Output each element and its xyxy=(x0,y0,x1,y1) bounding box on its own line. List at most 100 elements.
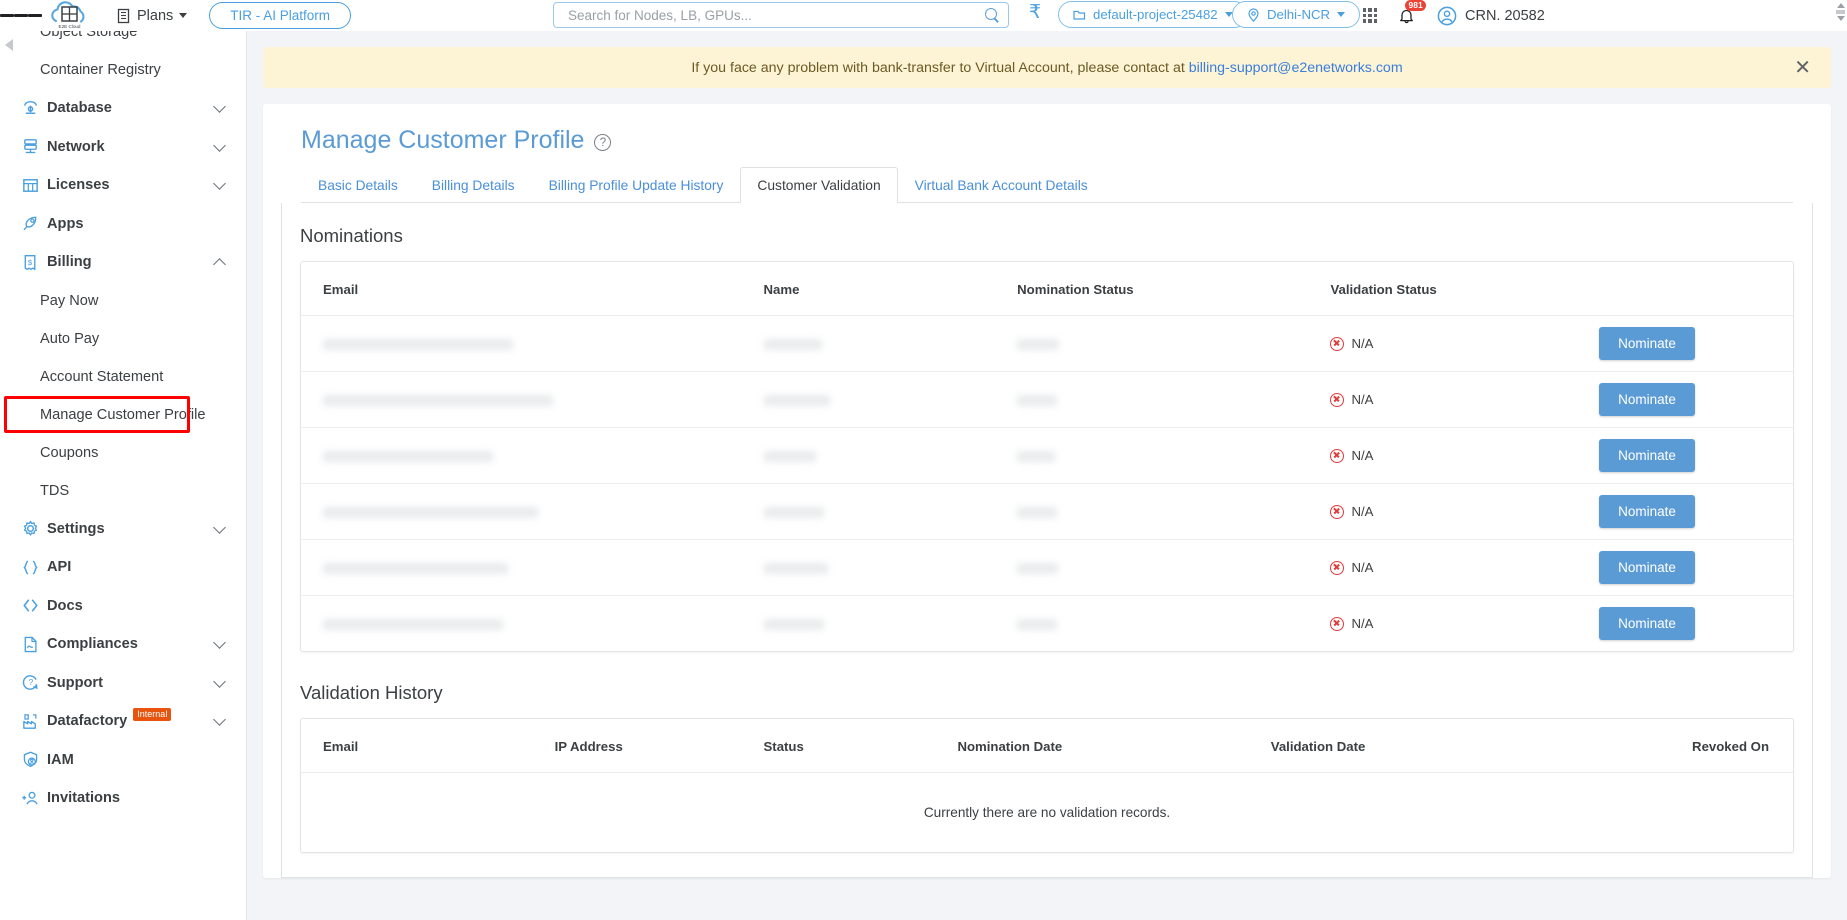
sidebar-item-label: Support xyxy=(47,674,103,691)
nominations-table-body: N/A Nominate N/A Nominate N/A Nominate N/A Nomi… xyxy=(301,315,1793,652)
nominate-button[interactable]: Nominate xyxy=(1599,383,1695,416)
hamburger-menu-icon[interactable] xyxy=(0,12,42,20)
help-circle-icon[interactable]: ? xyxy=(594,134,612,151)
alert-text: If you face any problem with bank-transf… xyxy=(691,60,1402,76)
chevron-down-icon[interactable] xyxy=(213,713,226,726)
tab-customer-validation[interactable]: Customer Validation xyxy=(740,167,898,203)
sidebar-item-settings[interactable]: Settings xyxy=(0,510,246,549)
vh-col-email: Email xyxy=(301,719,555,773)
user-crn-label: CRN. 20582 xyxy=(1465,7,1545,24)
scroll-up-icon[interactable] xyxy=(1836,3,1845,8)
sidebar-item-container-registry[interactable]: Container Registry xyxy=(0,51,246,89)
sidebar-item-billing[interactable]: $ Billing xyxy=(0,243,246,282)
nominations-table: Email Name Nomination Status Validation … xyxy=(301,262,1793,651)
cell-validation-status: N/A xyxy=(1330,371,1599,428)
nominate-button[interactable]: Nominate xyxy=(1599,495,1695,528)
chevron-down-icon[interactable] xyxy=(213,138,226,152)
tab-virtual-bank-account-details[interactable]: Virtual Bank Account Details xyxy=(898,167,1105,203)
sidebar-item-iam[interactable]: IAM xyxy=(0,741,246,780)
sidebar-item-label: Network xyxy=(47,138,105,155)
region-selector[interactable]: Delhi-NCR xyxy=(1232,1,1361,28)
tir-ai-platform-button[interactable]: TIR - AI Platform xyxy=(209,2,352,29)
sidebar-item-licenses[interactable]: Licenses xyxy=(0,166,246,205)
nominate-button[interactable]: Nominate xyxy=(1599,439,1695,472)
error-circle-icon xyxy=(1330,560,1345,575)
vh-col-ip: IP Address xyxy=(554,719,764,773)
cell-name xyxy=(763,539,1018,596)
sidebar-item-account-statement[interactable]: Account Statement xyxy=(0,358,246,396)
sidebar-item-auto-pay[interactable]: Auto Pay xyxy=(0,320,246,358)
user-account-menu[interactable]: CRN. 20582 xyxy=(1437,0,1545,31)
sidebar-item-docs[interactable]: Docs xyxy=(0,587,246,626)
chevron-down-icon[interactable] xyxy=(213,177,226,190)
cell-name xyxy=(763,371,1018,428)
sidebar-item-coupons[interactable]: Coupons xyxy=(0,434,246,472)
empty-state-row: Currently there are no validation record… xyxy=(301,773,1793,853)
vh-col-revoked-on: Revoked On xyxy=(1599,719,1793,773)
chevron-down-icon[interactable] xyxy=(213,520,226,534)
billing-support-email-link[interactable]: billing-support@e2enetworks.com xyxy=(1189,60,1403,76)
cell-action: Nominate xyxy=(1599,483,1793,540)
scroll-thumb[interactable] xyxy=(1836,10,1845,14)
e2e-cloud-logo[interactable]: E2E Cloud xyxy=(42,0,98,31)
sidebar-item-object-storage[interactable]: Object Storage xyxy=(0,31,246,51)
sidebar-item-apps[interactable]: Apps xyxy=(0,205,246,244)
internal-badge: Internal xyxy=(133,707,172,721)
shield-user-icon xyxy=(21,750,47,769)
window-scroll-stepper[interactable] xyxy=(1836,3,1845,21)
sidebar-item-manage-customer-profile[interactable]: Manage Customer Profile xyxy=(0,395,246,434)
chevron-down-icon[interactable] xyxy=(213,100,226,113)
search-icon[interactable] xyxy=(984,7,1000,23)
vh-col-nomination-date: Nomination Date xyxy=(957,719,1271,773)
table-row: N/A Nominate xyxy=(301,315,1793,372)
nominate-button[interactable]: Nominate xyxy=(1599,551,1695,584)
nominate-button[interactable]: Nominate xyxy=(1599,327,1695,360)
location-pin-icon xyxy=(1248,7,1259,22)
docs-angle-icon xyxy=(21,596,47,615)
search-box[interactable] xyxy=(553,2,1009,28)
sidebar-item-label: Apps xyxy=(47,215,84,232)
sidebar-item-compliances[interactable]: Compliances xyxy=(0,625,246,664)
plans-menu[interactable]: Plans xyxy=(116,8,188,24)
sidebar-item-label: Settings xyxy=(47,520,105,537)
close-icon[interactable]: ✕ xyxy=(1794,58,1811,78)
folder-icon xyxy=(1073,10,1086,20)
validation-history-header-row: Email IP Address Status Nomination Date … xyxy=(301,719,1793,773)
cell-validation-status: N/A xyxy=(1330,539,1599,596)
cell-validation-status: N/A xyxy=(1330,596,1599,652)
cell-nomination-status xyxy=(1017,315,1331,372)
validation-history-table-card: Email IP Address Status Nomination Date … xyxy=(300,718,1794,853)
project-selector[interactable]: default-project-25482 xyxy=(1058,1,1248,28)
scroll-down-icon[interactable] xyxy=(1836,16,1845,21)
apps-grid-icon[interactable] xyxy=(1355,0,1385,31)
sidebar-item-api[interactable]: API xyxy=(0,548,246,587)
notifications-bell[interactable]: 981 xyxy=(1392,0,1427,31)
search-input[interactable] xyxy=(566,6,984,24)
sidebar-item-support[interactable]: ? Support xyxy=(0,664,246,703)
redacted-name xyxy=(763,395,830,407)
nominate-button[interactable]: Nominate xyxy=(1599,607,1695,640)
sidebar-item-datafactory[interactable]: Datafactory Internal xyxy=(0,702,246,741)
tab-basic-details[interactable]: Basic Details xyxy=(301,167,415,203)
chevron-down-icon[interactable] xyxy=(213,674,226,688)
cell-email xyxy=(301,427,764,484)
tab-billing-details[interactable]: Billing Details xyxy=(415,167,532,203)
validation-status-value: N/A xyxy=(1351,504,1374,519)
tab-billing-profile-update-history[interactable]: Billing Profile Update History xyxy=(532,167,741,203)
sidebar-item-network[interactable]: Network xyxy=(0,128,246,167)
rocket-icon xyxy=(21,214,47,233)
vh-col-validation-date: Validation Date xyxy=(1270,719,1599,773)
redacted-nomination-status xyxy=(1017,507,1058,519)
chevron-down-icon[interactable] xyxy=(213,636,226,649)
add-user-icon xyxy=(21,789,47,808)
sidebar-item-invitations[interactable]: Invitations xyxy=(0,779,246,818)
sidebar-item-tds[interactable]: TDS xyxy=(0,472,246,510)
sidebar-item-pay-now[interactable]: Pay Now xyxy=(0,282,246,320)
sidebar-item-label: IAM xyxy=(47,751,74,768)
currency-rupee-icon[interactable]: ₹ xyxy=(1029,1,1041,24)
sidebar-item-label: Datafactory xyxy=(47,713,128,730)
chevron-up-icon[interactable] xyxy=(213,258,226,271)
main-content-area: If you face any problem with bank-transf… xyxy=(247,31,1847,920)
redacted-nomination-status xyxy=(1017,339,1060,351)
sidebar-item-database[interactable]: Database xyxy=(0,89,246,128)
